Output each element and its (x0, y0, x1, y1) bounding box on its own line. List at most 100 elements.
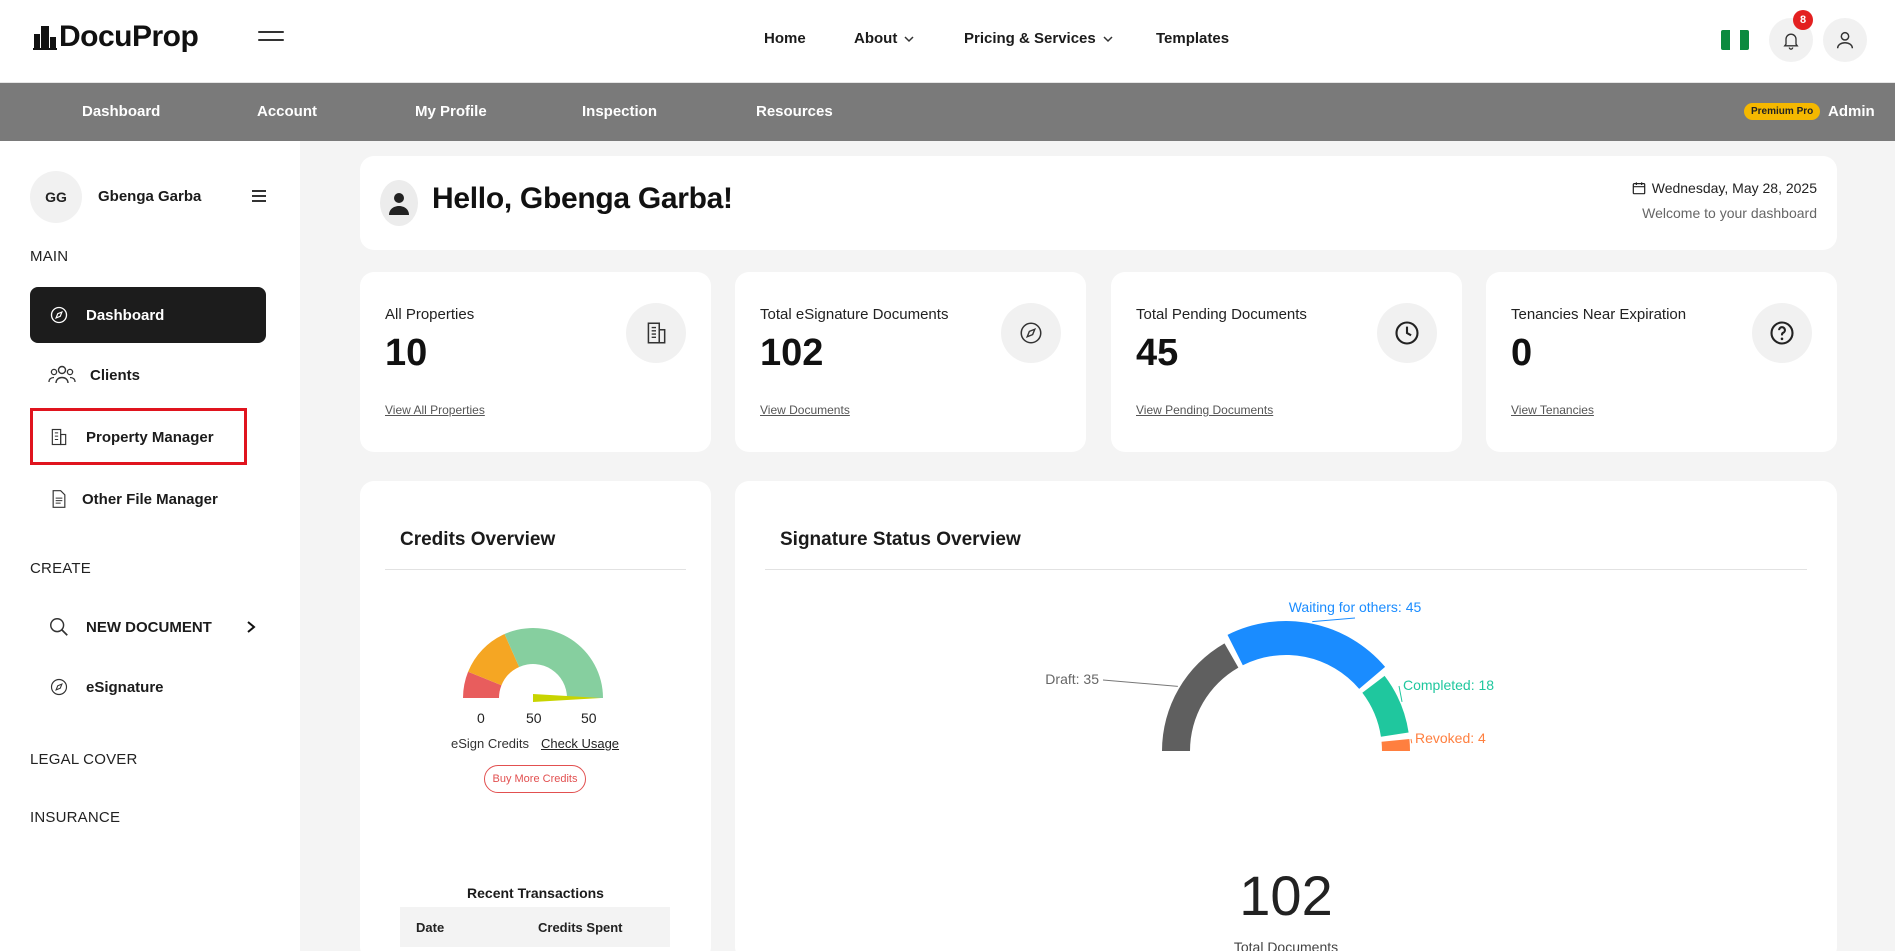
slice-waiting-for-others[interactable] (1227, 621, 1386, 689)
plan-badge: Premium Pro (1744, 103, 1821, 120)
stat-card-esignature: Total eSignature Documents 102 View Docu… (735, 272, 1086, 452)
nav-about[interactable]: About (854, 30, 964, 47)
stat-card-pending: Total Pending Documents 45 View Pending … (1111, 272, 1462, 452)
buy-more-credits-button[interactable]: Buy More Credits (484, 765, 586, 793)
sidebar-item-label: Property Manager (86, 428, 214, 446)
subnav-resources[interactable]: Resources (756, 103, 833, 120)
notification-count-badge: 8 (1793, 10, 1813, 30)
chevron-down-icon (904, 35, 914, 42)
leader-line (1102, 679, 1178, 687)
clock-icon (1377, 303, 1437, 363)
subnav-dashboard[interactable]: Dashboard (82, 103, 160, 120)
sidebar-item-label: eSignature (86, 678, 164, 696)
column-header-credits-spent[interactable]: Credits Spent (538, 920, 623, 935)
sidebar-item-label: NEW DOCUMENT (86, 618, 212, 636)
view-all-properties-link[interactable]: View All Properties (385, 403, 485, 417)
nav-templates[interactable]: Templates (1156, 30, 1229, 47)
credits-overview-card: Credits Overview 0 50 50 eSign Credits C… (360, 481, 711, 951)
slice-draft[interactable] (1162, 643, 1239, 751)
leader-line (1410, 738, 1413, 744)
stat-value: 45 (1136, 332, 1179, 374)
slice-label: Draft: 35 (1045, 671, 1099, 687)
building-logo-icon (33, 26, 57, 50)
nav-pricing-label: Pricing & Services (964, 30, 1096, 47)
avatar: GG (30, 171, 82, 223)
total-documents-value: 102 (1239, 864, 1333, 927)
user-account-button[interactable] (1823, 18, 1867, 62)
stat-value: 102 (760, 332, 824, 374)
leader-line (1312, 617, 1356, 623)
building-icon (48, 426, 70, 448)
credits-gauge (463, 628, 603, 702)
building-icon (626, 303, 686, 363)
sidebar-item-esignature[interactable]: eSignature (30, 659, 266, 715)
secondary-nav: Dashboard Account My Profile Inspection … (0, 83, 1895, 141)
compass-icon (1001, 303, 1061, 363)
subnav-account[interactable]: Account (257, 103, 317, 120)
sidebar-user-name: Gbenga Garba (98, 188, 202, 205)
bell-icon (1783, 33, 1799, 50)
search-icon (48, 616, 70, 638)
slice-revoked[interactable] (1381, 738, 1410, 751)
compass-icon (48, 304, 70, 326)
compass-icon (48, 676, 70, 698)
slice-completed[interactable] (1362, 675, 1409, 737)
menu-icon[interactable] (252, 190, 266, 202)
nav-about-label: About (854, 30, 898, 47)
stat-value: 0 (1511, 332, 1533, 374)
brand-name: DocuProp (59, 20, 199, 53)
sidebar-item-property-manager[interactable]: Property Manager (30, 409, 266, 465)
credits-title: Credits Overview (400, 529, 556, 550)
user-icon (1836, 31, 1854, 49)
nigeria-flag-icon[interactable] (1721, 30, 1749, 50)
section-legal-cover-label[interactable]: LEGAL COVER (30, 751, 138, 768)
gauge-min-label: 0 (477, 710, 485, 726)
stat-value: 10 (385, 332, 428, 374)
sidebar-item-other-file-manager[interactable]: Other File Manager (30, 471, 266, 527)
slice-label: Revoked: 4 (1415, 730, 1486, 746)
signature-status-card: Signature Status Overview Draft: 35 Waiti… (735, 481, 1837, 951)
nav-home-label: Home (764, 30, 806, 47)
stat-label: Tenancies Near Expiration (1511, 306, 1687, 323)
divider (385, 569, 686, 570)
welcome-text: Welcome to your dashboard (1642, 205, 1817, 221)
gauge-max-label: 50 (581, 710, 597, 726)
sidebar-item-dashboard[interactable]: Dashboard (30, 287, 266, 343)
sidebar-item-label: Other File Manager (82, 490, 218, 508)
users-icon (48, 364, 76, 386)
stat-card-properties: All Properties 10 View All Properties (360, 272, 711, 452)
gauge-high-segment (504, 628, 603, 698)
sidebar: GG Gbenga Garba MAIN Dashboard Clients P… (0, 141, 300, 951)
view-pending-documents-link[interactable]: View Pending Documents (1136, 403, 1273, 417)
file-icon (48, 488, 70, 510)
question-icon (1752, 303, 1812, 363)
nav-home[interactable]: Home (764, 30, 854, 47)
check-usage-link[interactable]: Check Usage (541, 736, 619, 751)
total-documents-label: Total Documents (1233, 939, 1339, 951)
esign-credits-label: eSign Credits (451, 736, 530, 751)
column-header-date[interactable]: Date (416, 920, 538, 935)
main-content: Hello, Gbenga Garba! Wednesday, May 28, … (300, 141, 1895, 951)
slice-label: Waiting for others: 45 (1289, 599, 1422, 615)
role-label[interactable]: Admin (1828, 103, 1875, 120)
subnav-inspection[interactable]: Inspection (582, 103, 657, 120)
chevron-right-icon (247, 621, 256, 633)
top-navbar: DocuProp Home About Pricing & Services T… (0, 0, 1895, 83)
brand-logo[interactable]: DocuProp (33, 20, 199, 54)
slice-label: Completed: 18 (1403, 677, 1494, 693)
section-insurance-label[interactable]: INSURANCE (30, 809, 120, 826)
recent-transactions-title: Recent Transactions (467, 885, 604, 901)
hamburger-menu-icon[interactable] (258, 31, 284, 49)
view-documents-link[interactable]: View Documents (760, 403, 850, 417)
view-tenancies-link[interactable]: View Tenancies (1511, 403, 1594, 417)
stat-label: All Properties (385, 306, 475, 323)
subnav-my-profile[interactable]: My Profile (415, 103, 487, 120)
stat-label: Total eSignature Documents (760, 306, 949, 323)
stat-label: Total Pending Documents (1136, 306, 1307, 323)
sidebar-item-label: Dashboard (86, 306, 165, 324)
nav-pricing[interactable]: Pricing & Services (964, 30, 1156, 47)
greeting-title: Hello, Gbenga Garba! (432, 182, 733, 215)
sidebar-item-new-document[interactable]: NEW DOCUMENT (30, 599, 266, 655)
greeting-card: Hello, Gbenga Garba! Wednesday, May 28, … (360, 156, 1837, 250)
sidebar-item-clients[interactable]: Clients (30, 347, 266, 403)
